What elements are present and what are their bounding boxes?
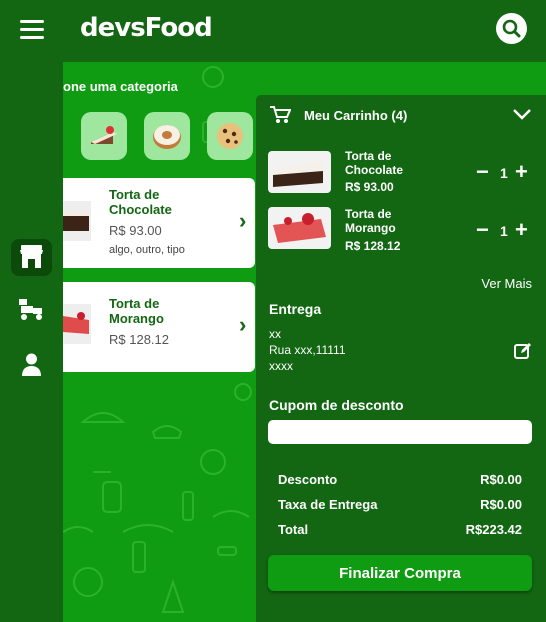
product-card[interactable]: Torta de Chocolate R$ 93.00 algo, outro,… <box>63 178 255 268</box>
chocolate-pie-image <box>268 151 331 193</box>
sidebar-item-profile[interactable] <box>11 348 52 385</box>
product-name: Torta de Chocolate <box>109 187 172 217</box>
cart-item-price: R$ 128.12 <box>345 239 401 253</box>
quantity-value: 1 <box>500 165 508 181</box>
cart-item-price: R$ 93.00 <box>345 180 394 194</box>
cookie-icon <box>217 123 243 149</box>
cart-count: (4) <box>391 108 408 123</box>
category-title: one uma categoria <box>63 79 178 94</box>
sidebar-item-store[interactable] <box>11 239 52 276</box>
cart-item-name: Torta de Morango <box>345 207 396 235</box>
delivery-address: xx Rua xxx,11111 xxxx <box>269 326 346 374</box>
strawberry-pie-image <box>268 207 331 249</box>
chevron-down-icon[interactable] <box>512 107 532 121</box>
logo: devsFood <box>80 13 213 43</box>
quantity-increase-button[interactable]: + <box>515 219 528 241</box>
quantity-increase-button[interactable]: + <box>515 161 528 183</box>
chevron-right-icon: › <box>239 312 247 337</box>
delivery-fee-value: R$0.00 <box>480 497 522 512</box>
user-icon <box>22 353 41 376</box>
quantity-decrease-button[interactable]: − <box>476 219 489 241</box>
cart-icon[interactable] <box>269 105 291 125</box>
delivery-icon <box>19 299 42 320</box>
product-image-chocolate <box>63 201 91 241</box>
discount-label: Desconto <box>278 472 338 487</box>
delivery-title: Entrega <box>269 301 322 317</box>
total-value: R$223.42 <box>465 522 522 537</box>
cake-icon <box>91 126 117 144</box>
chevron-right-icon: › <box>239 208 247 233</box>
product-price: R$ 93.00 <box>109 223 162 238</box>
delivery-fee-label: Taxa de Entrega <box>278 497 378 512</box>
cart-title-text: Meu Carrinho <box>304 108 388 123</box>
quantity-value: 1 <box>500 223 508 239</box>
category-donut[interactable] <box>144 112 190 160</box>
cart-item-image <box>268 151 331 193</box>
cart-item-image <box>268 207 331 249</box>
product-name: Torta de Morango <box>109 296 164 326</box>
quantity-decrease-button[interactable]: − <box>476 161 489 183</box>
search-button[interactable] <box>496 13 527 44</box>
product-card[interactable]: Torta de Morango R$ 128.12 › <box>63 282 255 372</box>
sidebar <box>0 62 63 622</box>
discount-value: R$0.00 <box>480 472 522 487</box>
cart-title[interactable]: Meu Carrinho (4) <box>304 108 407 123</box>
coupon-input[interactable] <box>268 420 532 444</box>
address-line: xx <box>269 327 281 341</box>
search-icon <box>502 19 521 38</box>
sidebar-item-delivery[interactable] <box>11 293 52 330</box>
cart-panel: Meu Carrinho (4) Torta de Chocolate R$ 9… <box>256 95 546 622</box>
product-image-strawberry <box>63 304 91 344</box>
product-description: algo, outro, tipo <box>109 244 185 256</box>
address-line: Rua xxx,11111 <box>269 343 346 357</box>
total-label: Total <box>278 522 309 537</box>
see-more-link[interactable]: Ver Mais <box>481 276 532 291</box>
category-cookie[interactable] <box>207 112 253 160</box>
checkout-button[interactable]: Finalizar Compra <box>268 555 532 591</box>
donut-icon <box>153 125 181 149</box>
edit-icon[interactable] <box>514 342 532 360</box>
address-line: xxxx <box>269 359 293 373</box>
hamburger-icon[interactable] <box>20 20 44 40</box>
coupon-title: Cupom de desconto <box>269 397 404 413</box>
header: devsFood <box>0 0 546 62</box>
cart-item-name: Torta de Chocolate <box>345 149 404 177</box>
product-price: R$ 128.12 <box>109 332 169 347</box>
category-cake[interactable] <box>81 112 127 160</box>
store-icon <box>20 245 43 268</box>
